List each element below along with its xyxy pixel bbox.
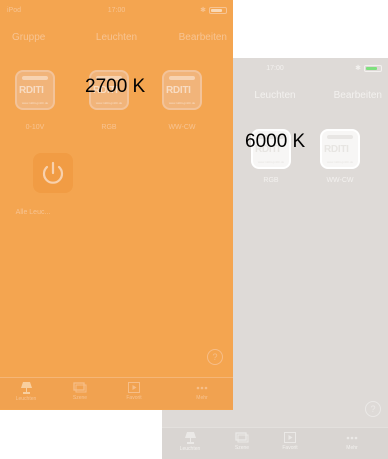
device-label-rgb: RGB	[101, 124, 117, 131]
tab-szene[interactable]: Szene	[222, 428, 262, 459]
lamp-icon	[184, 432, 196, 444]
color-temperature-cool: 6000 K	[245, 131, 306, 152]
tab-leuchten[interactable]: Leuchten	[6, 378, 46, 410]
status-right: ✱	[200, 6, 227, 14]
device-label-ww-cw: WW-CW	[168, 124, 196, 131]
rditi-logo: RDITI	[166, 85, 191, 96]
tab-leuchten[interactable]: Leuchten	[170, 428, 210, 459]
tab-szene[interactable]: Szene	[60, 378, 100, 410]
power-icon	[42, 161, 64, 184]
color-temperature-warm: 2700 K	[85, 76, 146, 97]
device-label-rgb: RGB	[263, 177, 279, 184]
more-icon	[196, 386, 208, 390]
scene-icon	[235, 432, 249, 443]
device-label-0-10v: 0-10V	[25, 124, 45, 131]
tab-favorit[interactable]: Favorit	[114, 378, 154, 410]
play-icon	[128, 382, 140, 393]
bluetooth-icon: ✱	[200, 7, 206, 14]
device-tile-ww-cw[interactable]: RDITI www.rdditi-gmbh.de	[320, 129, 360, 169]
tab-bar: Leuchten Szene Favorit Mehr	[162, 427, 388, 459]
all-lights-tile[interactable]	[33, 153, 73, 193]
tab-bar: Leuchten Szene Favorit Mehr	[0, 377, 233, 409]
lamp-icon	[20, 382, 32, 394]
status-bar: iPod 17:00 ✱	[0, 0, 233, 18]
tile-url: www.rdditi-gmbh.de	[21, 101, 49, 105]
help-button[interactable]: ?	[365, 401, 381, 417]
tab-favorit[interactable]: Favorit	[270, 428, 310, 459]
tab-mehr[interactable]: Mehr	[332, 428, 372, 459]
device-tile-0-10v[interactable]: RDITI www.rdditi-gmbh.de	[15, 70, 55, 110]
help-button[interactable]: ?	[207, 349, 223, 365]
rditi-logo: RDITI	[324, 144, 349, 155]
scene-icon	[73, 382, 87, 393]
battery-icon	[364, 64, 382, 72]
edit-button[interactable]: Bearbeiten	[179, 32, 227, 43]
play-icon	[284, 432, 296, 443]
tab-mehr[interactable]: Mehr	[182, 378, 222, 410]
device-tile-ww-cw[interactable]: RDITI www.rdditi-gmbh.de	[162, 70, 202, 110]
tile-url: www.rdditi-gmbh.de	[168, 101, 196, 105]
tile-url: www.rdditi-gmbh.de	[257, 160, 285, 164]
tile-url: www.rdditi-gmbh.de	[326, 160, 354, 164]
status-right: ✱	[355, 64, 382, 72]
nav-bar: Gruppe Leuchten Bearbeiten	[0, 29, 233, 49]
more-icon	[346, 436, 358, 440]
bluetooth-icon: ✱	[355, 65, 361, 72]
rditi-logo: RDITI	[19, 85, 44, 96]
edit-button[interactable]: Bearbeiten	[334, 90, 382, 101]
phone-screen-warm: iPod 17:00 ✱ Gruppe Leuchten Bearbeiten …	[0, 0, 233, 410]
status-time: 17:00	[107, 7, 126, 14]
battery-icon	[209, 6, 227, 14]
device-label-ww-cw: WW-CW	[326, 177, 354, 184]
tile-url: www.rdditi-gmbh.de	[95, 101, 123, 105]
all-lights-label: Alle Leuc...	[15, 209, 51, 216]
